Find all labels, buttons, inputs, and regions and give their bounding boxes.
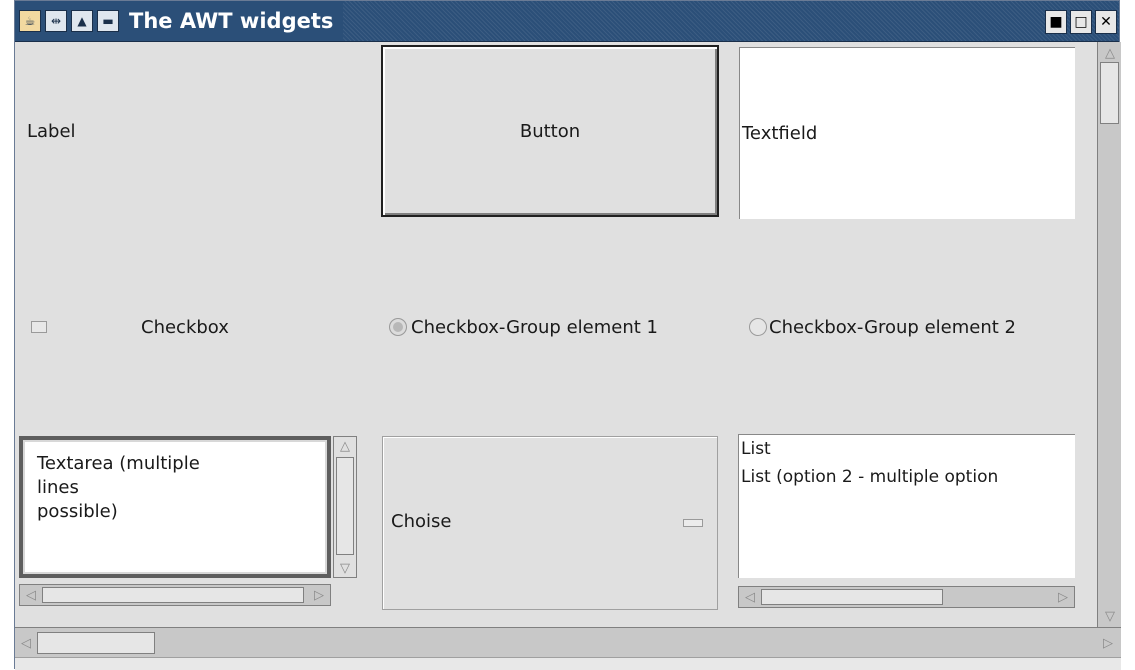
list-item[interactable]: List (option 2 - multiple option [739,463,1075,491]
choice-dropdown[interactable]: Choise [382,436,718,610]
window-title: The AWT widgets [129,9,334,33]
window-controls: ■ □ ✕ [1045,10,1117,34]
list-box[interactable]: List List (option 2 - multiple option [738,434,1075,578]
shade-up-icon[interactable]: ▲ [71,10,93,32]
awt-window: ☕ ⇹ ▲ ▬ The AWT widgets ■ □ ✕ Label Butt… [14,0,1121,670]
scroll-right-arrow-icon[interactable]: ▷ [1099,634,1117,652]
window-vertical-scrollbar[interactable]: △ ▽ [1097,42,1121,627]
minimize-window-icon[interactable]: ■ [1045,10,1067,34]
scroll-down-arrow-icon[interactable]: ▽ [336,559,354,577]
content-panel: Label Button Textfield Checkbox Checkbox… [15,42,1095,627]
list-horizontal-scrollbar[interactable]: ◁ ▷ [738,586,1075,608]
textarea[interactable]: Textarea (multiple lines possible) [19,436,331,578]
list-item[interactable]: List [739,435,1075,463]
minimize-icon[interactable]: ▬ [97,10,119,32]
maximize-window-icon[interactable]: □ [1070,10,1092,34]
scroll-down-arrow-icon[interactable]: ▽ [1101,607,1119,625]
textarea-text[interactable]: Textarea (multiple lines possible) [37,452,200,524]
radio-label-2[interactable]: Checkbox-Group element 2 [769,317,1016,338]
awt-button[interactable]: Button [381,45,719,217]
radio-group-element-1[interactable] [389,318,407,336]
scrollbar-thumb[interactable] [336,457,354,555]
choice-selected-value: Choise [391,511,452,532]
scrollbar-thumb[interactable] [1100,62,1119,124]
radio-label-1[interactable]: Checkbox-Group element 1 [411,317,658,338]
scroll-left-arrow-icon[interactable]: ◁ [17,634,35,652]
java-app-icon[interactable]: ☕ [19,10,41,32]
scrollbar-thumb[interactable] [42,587,304,603]
window-horizontal-scrollbar[interactable]: ◁ ▷ [15,627,1121,657]
scroll-right-arrow-icon[interactable]: ▷ [1054,588,1072,606]
choice-indicator-icon [683,519,703,527]
radio-group-element-2[interactable] [749,318,767,336]
title-bar[interactable]: ☕ ⇹ ▲ ▬ The AWT widgets ■ □ ✕ [15,1,1119,42]
scroll-right-arrow-icon[interactable]: ▷ [310,586,328,604]
scroll-left-arrow-icon[interactable]: ◁ [22,586,40,604]
awt-label: Label [27,121,76,142]
scrollbar-thumb[interactable] [37,632,155,654]
scroll-up-arrow-icon[interactable]: △ [1101,44,1119,62]
scroll-left-arrow-icon[interactable]: ◁ [741,588,759,606]
textfield-input[interactable]: Textfield [739,47,1075,219]
textarea-vertical-scrollbar[interactable]: △ ▽ [333,436,357,578]
close-window-icon[interactable]: ✕ [1095,10,1117,34]
scrollbar-thumb[interactable] [761,589,943,605]
scroll-up-arrow-icon[interactable]: △ [336,437,354,455]
title-bar-left: ☕ ⇹ ▲ ▬ The AWT widgets [15,1,344,41]
window-bottom-edge [15,657,1121,670]
checkbox-toggle[interactable] [31,321,47,333]
pin-icon[interactable]: ⇹ [45,10,67,32]
checkbox-label[interactable]: Checkbox [141,317,229,338]
textarea-horizontal-scrollbar[interactable]: ◁ ▷ [19,584,331,606]
